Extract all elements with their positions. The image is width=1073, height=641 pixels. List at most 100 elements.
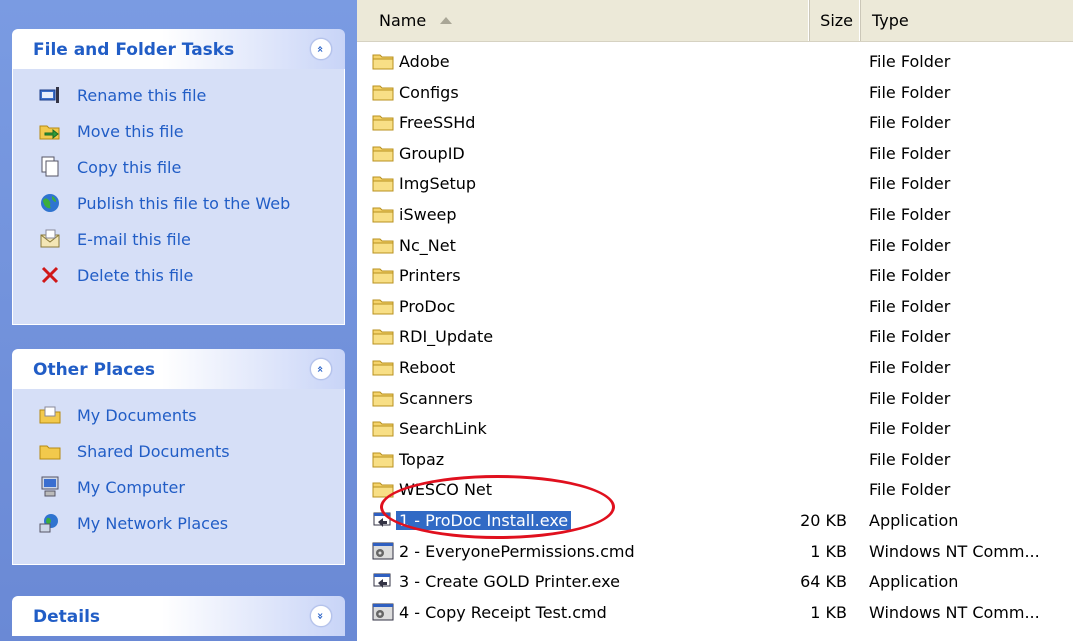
- file-type: File Folder: [869, 357, 951, 377]
- folder-icon: [372, 450, 394, 468]
- expand-chevron-icon[interactable]: »: [310, 605, 332, 627]
- column-header-label: Name: [379, 11, 427, 30]
- file-folder-tasks-header[interactable]: File and Folder Tasks «: [12, 29, 345, 69]
- details-panel: Details »: [12, 596, 345, 636]
- file-name: Scanners: [399, 388, 473, 408]
- file-name: FreeSSHd: [399, 113, 476, 133]
- file-row[interactable]: Printers File Folder: [357, 260, 1073, 291]
- file-type: Windows NT Comm...: [869, 541, 1040, 561]
- file-row[interactable]: 2 - EveryonePermissions.cmd 1 KB Windows N…: [357, 536, 1073, 567]
- place-label: My Computer: [77, 477, 185, 497]
- folder-icon: [372, 480, 394, 498]
- my-computer-icon: [39, 476, 61, 498]
- file-type: File Folder: [869, 388, 951, 408]
- file-type: Application: [869, 510, 959, 530]
- file-type: File Folder: [869, 235, 951, 255]
- file-row[interactable]: 3 - Create GOLD Printer.exe 64 KB Applicat…: [357, 566, 1073, 597]
- file-name: 1 - ProDoc Install.exe: [396, 510, 572, 530]
- other-places-header[interactable]: Other Places «: [12, 349, 345, 389]
- folder-icon: [372, 83, 394, 101]
- file-row[interactable]: GroupID File Folder: [357, 138, 1073, 169]
- my-documents-icon: [39, 404, 61, 426]
- file-type: File Folder: [869, 327, 951, 347]
- file-name: 3 - Create GOLD Printer.exe: [399, 572, 620, 592]
- file-row[interactable]: Configs File Folder: [357, 77, 1073, 108]
- folder-icon: [372, 113, 394, 131]
- file-name: Configs: [399, 82, 459, 102]
- task-rename-file[interactable]: Rename this file: [13, 77, 344, 113]
- folder-icon: [372, 236, 394, 254]
- file-type: Application: [869, 572, 959, 592]
- file-folder-tasks-body: Rename this file Move this file Copy thi…: [12, 69, 345, 325]
- folder-icon: [372, 389, 394, 407]
- file-name: 2 - EveryonePermissions.cmd: [399, 541, 635, 561]
- file-row[interactable]: WESCO Net File Folder: [357, 474, 1073, 505]
- task-email-file[interactable]: E-mail this file: [13, 221, 344, 257]
- task-label: E-mail this file: [77, 229, 191, 249]
- file-row[interactable]: Nc_Net File Folder: [357, 230, 1073, 261]
- email-icon: [39, 228, 61, 250]
- file-row[interactable]: RDI_Update File Folder: [357, 321, 1073, 352]
- folder-icon: [372, 52, 394, 70]
- task-label: Move this file: [77, 121, 184, 141]
- file-row[interactable]: 4 - Copy Receipt Test.cmd 1 KB Windows NT …: [357, 597, 1073, 628]
- file-name: Adobe: [399, 52, 450, 71]
- collapse-chevron-icon[interactable]: «: [310, 358, 332, 380]
- file-name: iSweep: [399, 204, 457, 224]
- details-header[interactable]: Details »: [12, 596, 345, 636]
- place-label: Shared Documents: [77, 441, 230, 461]
- file-size: 64 KB: [800, 572, 847, 592]
- sort-ascending-icon: [440, 17, 453, 24]
- place-shared-documents[interactable]: Shared Documents: [13, 433, 344, 469]
- file-row[interactable]: ProDoc File Folder: [357, 291, 1073, 322]
- task-move-file[interactable]: Move this file: [13, 113, 344, 149]
- file-row[interactable]: Scanners File Folder: [357, 383, 1073, 414]
- file-size: 1 KB: [810, 602, 847, 622]
- file-row[interactable]: ImgSetup File Folder: [357, 168, 1073, 199]
- file-row[interactable]: Adobe File Folder: [357, 46, 1073, 77]
- application-icon: [372, 511, 394, 529]
- file-type: File Folder: [869, 52, 951, 71]
- folder-icon: [372, 419, 394, 437]
- file-row[interactable]: Topaz File Folder: [357, 444, 1073, 475]
- file-name: 4 - Copy Receipt Test.cmd: [399, 602, 607, 622]
- file-row[interactable]: iSweep File Folder: [357, 199, 1073, 230]
- file-name: Reboot: [399, 357, 456, 377]
- place-label: My Network Places: [77, 513, 229, 533]
- file-rows: Adobe File Folder Configs File Folder FreeSS…: [357, 46, 1073, 627]
- network-places-icon: [39, 512, 61, 534]
- application-icon: [372, 572, 394, 590]
- file-row[interactable]: 1 - ProDoc Install.exe 20 KB Application: [357, 505, 1073, 536]
- place-my-network-places[interactable]: My Network Places: [13, 505, 344, 541]
- task-delete-file[interactable]: Delete this file: [13, 257, 344, 293]
- file-type: File Folder: [869, 266, 951, 286]
- column-header-name[interactable]: Name: [357, 0, 809, 41]
- collapse-chevron-icon[interactable]: «: [310, 38, 332, 60]
- folder-icon: [372, 144, 394, 162]
- file-row[interactable]: SearchLink File Folder: [357, 413, 1073, 444]
- task-copy-file[interactable]: Copy this file: [13, 149, 344, 185]
- file-size: 20 KB: [800, 510, 847, 530]
- file-name: ProDoc: [399, 296, 456, 316]
- column-header-type[interactable]: Type: [860, 0, 1073, 41]
- folder-icon: [372, 297, 394, 315]
- folder-icon: [372, 266, 394, 284]
- file-type: File Folder: [869, 449, 951, 469]
- place-my-computer[interactable]: My Computer: [13, 469, 344, 505]
- other-places-body: My Documents Shared Documents My Compute…: [12, 389, 345, 565]
- task-pane: File and Folder Tasks « Rename this file…: [0, 0, 357, 641]
- file-row[interactable]: Reboot File Folder: [357, 352, 1073, 383]
- panel-title: File and Folder Tasks: [33, 40, 235, 60]
- file-name: Nc_Net: [399, 235, 456, 255]
- file-type: File Folder: [869, 296, 951, 316]
- file-name: WESCO Net: [399, 480, 493, 500]
- file-row[interactable]: FreeSSHd File Folder: [357, 107, 1073, 138]
- column-header-label: Size: [820, 11, 853, 30]
- task-publish-web[interactable]: Publish this file to the Web: [13, 185, 344, 221]
- task-label: Copy this file: [77, 157, 182, 177]
- copy-icon: [39, 156, 61, 178]
- place-my-documents[interactable]: My Documents: [13, 397, 344, 433]
- file-name: SearchLink: [399, 419, 487, 439]
- file-name: RDI_Update: [399, 327, 494, 347]
- column-header-size[interactable]: Size: [809, 0, 860, 41]
